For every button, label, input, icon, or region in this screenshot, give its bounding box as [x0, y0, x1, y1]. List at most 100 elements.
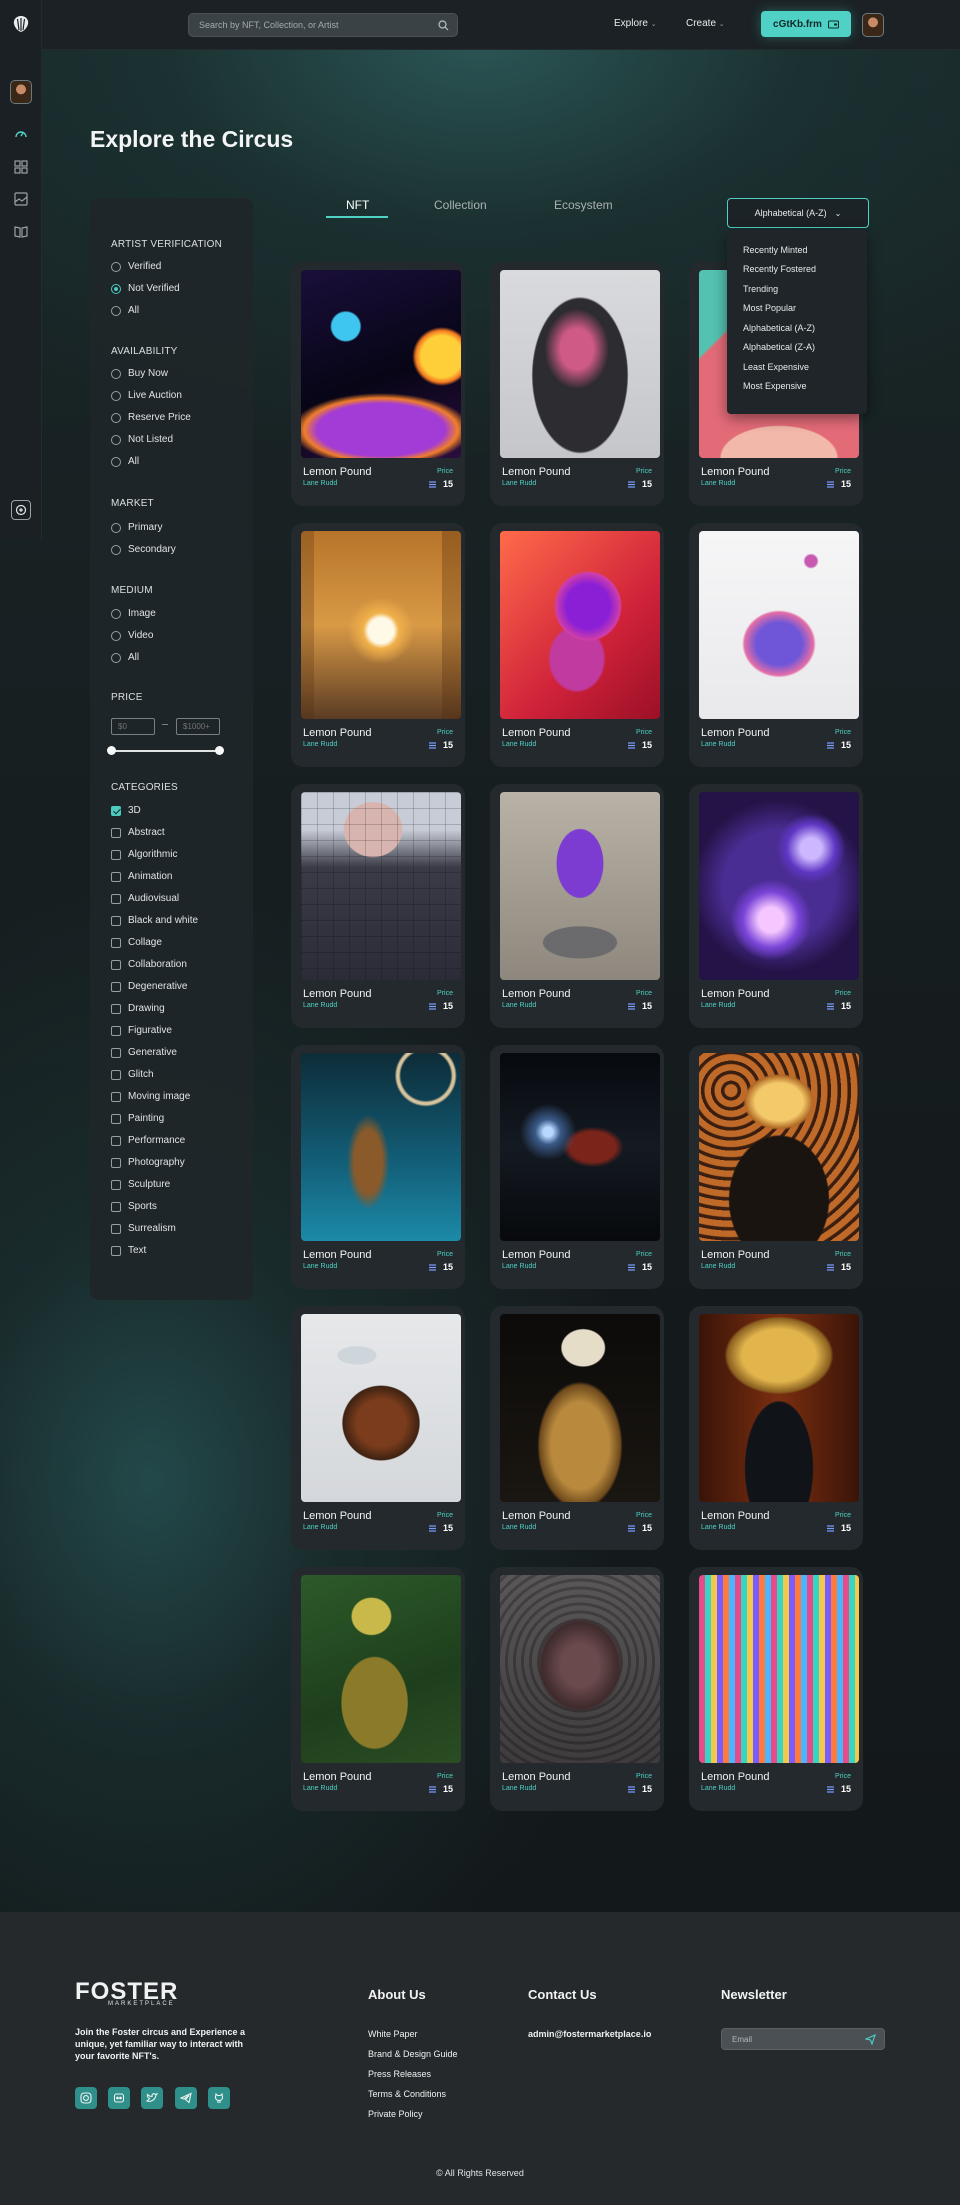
github-icon[interactable] [208, 2087, 230, 2109]
checkbox[interactable] [111, 1135, 121, 1146]
nft-artwork-image[interactable] [699, 1314, 859, 1502]
sort-option-trending[interactable]: Trending [743, 284, 778, 294]
footer-link-brand-guide[interactable]: Brand & Design Guide [368, 2049, 458, 2059]
nft-card[interactable]: Lemon Pound Lane Rudd Price 15 [689, 523, 863, 767]
sort-option-most-expensive[interactable]: Most Expensive [743, 381, 807, 391]
nft-card[interactable]: Lemon Pound Lane Rudd Price 15 [490, 784, 664, 1028]
footer-link-white-paper[interactable]: White Paper [368, 2029, 418, 2039]
nft-artist[interactable]: Lane Rudd [303, 480, 337, 487]
telegram-icon[interactable] [175, 2087, 197, 2109]
category-collage[interactable]: Collage [111, 937, 162, 948]
nft-artist[interactable]: Lane Rudd [502, 1002, 536, 1009]
grid-icon[interactable] [11, 157, 31, 177]
filter-reserve-price[interactable]: Reserve Price [111, 412, 191, 423]
search-bar[interactable] [188, 13, 458, 37]
explore-menu[interactable]: Explore ⌄ [614, 18, 657, 29]
category-moving-image[interactable]: Moving image [111, 1091, 190, 1102]
dashboard-icon[interactable] [11, 124, 31, 144]
nft-artwork-image[interactable] [301, 1314, 461, 1502]
sort-option-most-popular[interactable]: Most Popular [743, 303, 796, 313]
nft-name[interactable]: Lemon Pound [701, 1510, 770, 1522]
nft-name[interactable]: Lemon Pound [303, 988, 372, 1000]
nft-name[interactable]: Lemon Pound [502, 988, 571, 1000]
nft-name[interactable]: Lemon Pound [701, 466, 770, 478]
filter-secondary[interactable]: Secondary [111, 544, 176, 555]
radio[interactable] [111, 630, 121, 641]
nft-artwork-image[interactable] [301, 270, 461, 458]
nft-name[interactable]: Lemon Pound [701, 1771, 770, 1783]
radio[interactable] [111, 434, 121, 445]
create-menu[interactable]: Create ⌄ [686, 18, 725, 29]
discord-icon[interactable] [108, 2087, 130, 2109]
footer-link-press-releases[interactable]: Press Releases [368, 2069, 431, 2079]
nft-card[interactable]: Lemon Pound Lane Rudd Price 15 [291, 1045, 465, 1289]
checkbox[interactable] [111, 1201, 121, 1212]
category-sculpture[interactable]: Sculpture [111, 1179, 170, 1190]
add-icon[interactable] [11, 500, 31, 520]
radio[interactable] [111, 305, 121, 316]
radio[interactable] [111, 652, 121, 663]
nft-artwork-image[interactable] [699, 1053, 859, 1241]
nft-card[interactable]: Lemon Pound Lane Rudd Price 15 [689, 1567, 863, 1811]
nft-card[interactable]: Lemon Pound Lane Rudd Price 15 [291, 1567, 465, 1811]
nft-artwork-image[interactable] [500, 1575, 660, 1763]
checkbox[interactable] [111, 981, 121, 992]
nft-name[interactable]: Lemon Pound [303, 1510, 372, 1522]
twitter-icon[interactable] [141, 2087, 163, 2109]
radio[interactable] [111, 390, 121, 401]
nft-artwork-image[interactable] [500, 1314, 660, 1502]
nft-artist[interactable]: Lane Rudd [502, 741, 536, 748]
nft-artist[interactable]: Lane Rudd [502, 1263, 536, 1270]
nft-artist[interactable]: Lane Rudd [701, 1263, 735, 1270]
sort-dropdown[interactable]: Alphabetical (A-Z) ⌄ [727, 198, 869, 228]
nft-card[interactable]: Lemon Pound Lane Rudd Price 15 [291, 523, 465, 767]
contact-email[interactable]: admin@fostermarketplace.io [528, 2029, 651, 2039]
filter-verified[interactable]: Verified [111, 261, 161, 272]
category-animation[interactable]: Animation [111, 871, 172, 882]
newsletter-form[interactable] [721, 2028, 885, 2050]
category-figurative[interactable]: Figurative [111, 1025, 172, 1036]
nft-artist[interactable]: Lane Rudd [701, 741, 735, 748]
checkbox[interactable] [111, 1113, 121, 1124]
nft-name[interactable]: Lemon Pound [303, 727, 372, 739]
nft-artist[interactable]: Lane Rudd [303, 1002, 337, 1009]
radio[interactable] [111, 544, 121, 555]
nft-card[interactable]: Lemon Pound Lane Rudd Price 15 [689, 1306, 863, 1550]
category-glitch[interactable]: Glitch [111, 1069, 154, 1080]
filter-video[interactable]: Video [111, 630, 153, 641]
filter-live-auction[interactable]: Live Auction [111, 390, 182, 401]
nft-name[interactable]: Lemon Pound [502, 727, 571, 739]
nft-name[interactable]: Lemon Pound [701, 727, 770, 739]
sort-option-recently-minted[interactable]: Recently Minted [743, 245, 808, 255]
filter-availability-all[interactable]: All [111, 456, 139, 467]
nft-artist[interactable]: Lane Rudd [701, 1524, 735, 1531]
nft-artwork-image[interactable] [301, 1053, 461, 1241]
checkbox[interactable] [111, 937, 121, 948]
category-drawing[interactable]: Drawing [111, 1003, 165, 1014]
category-sports[interactable]: Sports [111, 1201, 157, 1212]
radio[interactable] [111, 412, 121, 423]
category-photography[interactable]: Photography [111, 1157, 185, 1168]
checkbox[interactable] [111, 1069, 121, 1080]
sort-option-least-expensive[interactable]: Least Expensive [743, 362, 809, 372]
sort-option-recently-fostered[interactable]: Recently Fostered [743, 264, 816, 274]
price-max-input[interactable] [176, 718, 220, 735]
nft-card[interactable]: Lemon Pound Lane Rudd Price 15 [689, 784, 863, 1028]
user-avatar[interactable] [862, 13, 884, 37]
nft-name[interactable]: Lemon Pound [303, 1771, 372, 1783]
nft-card[interactable]: Lemon Pound Lane Rudd Price 15 [291, 1306, 465, 1550]
checkbox[interactable] [111, 1025, 121, 1036]
filter-not-verified[interactable]: Not Verified [111, 283, 180, 294]
nft-name[interactable]: Lemon Pound [502, 466, 571, 478]
sort-option-alphabetical-az[interactable]: Alphabetical (A-Z) [743, 323, 815, 333]
logo-icon[interactable] [11, 14, 31, 34]
checkbox[interactable] [111, 1157, 121, 1168]
checkbox[interactable] [111, 1091, 121, 1102]
nft-card[interactable]: Lemon Pound Lane Rudd Price 15 [490, 1306, 664, 1550]
filter-primary[interactable]: Primary [111, 522, 162, 533]
category-collaboration[interactable]: Collaboration [111, 959, 187, 970]
category-surrealism[interactable]: Surrealism [111, 1223, 176, 1234]
price-slider-track[interactable] [111, 750, 221, 752]
search-icon[interactable] [438, 20, 449, 31]
checkbox[interactable] [111, 1003, 121, 1014]
